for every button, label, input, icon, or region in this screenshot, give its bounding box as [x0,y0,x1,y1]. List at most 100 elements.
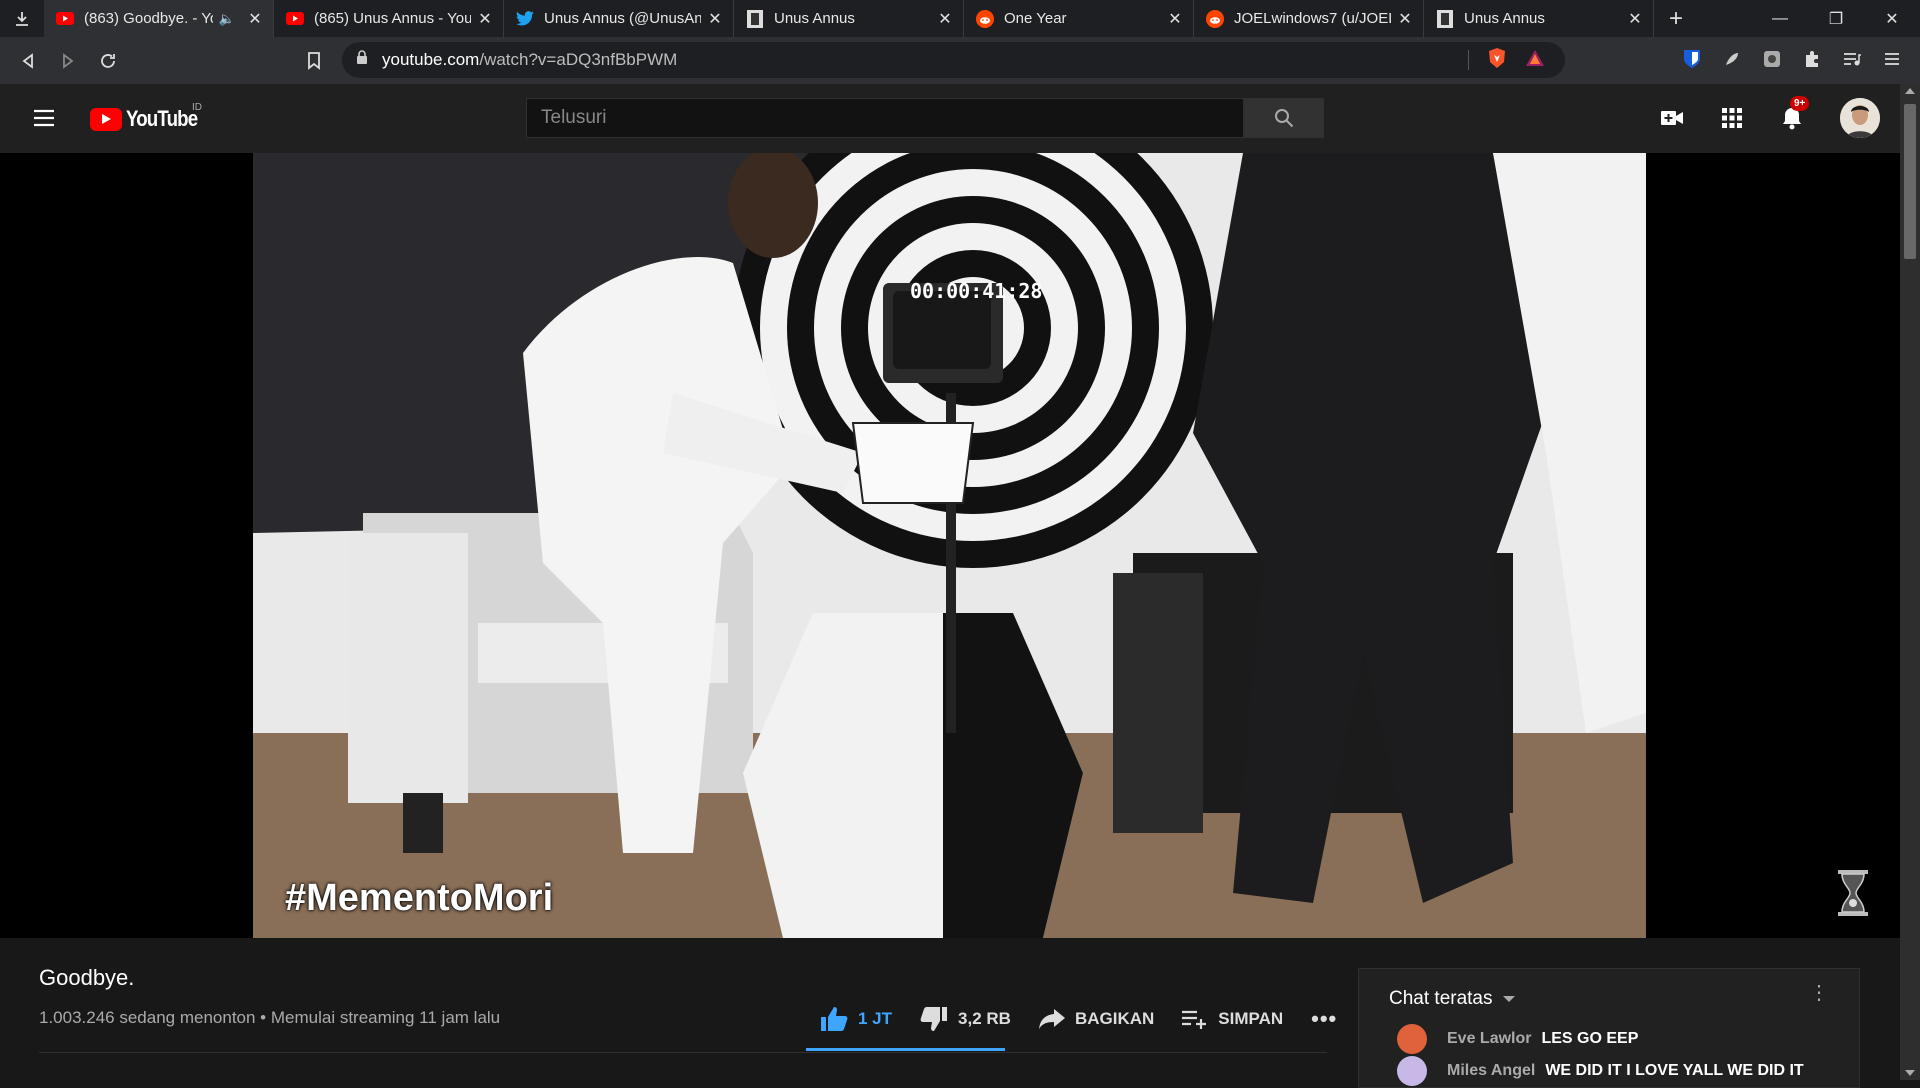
chat-more-options-icon[interactable]: ⋮ [1809,983,1829,1003]
thumbs-up-icon [821,1007,848,1031]
extensions-puzzle-icon[interactable] [1798,45,1826,73]
browser-tab[interactable]: Unus Annus ✕ [734,0,964,37]
channel-watermark-hourglass-icon[interactable] [1836,869,1870,917]
chat-text: WE DID IT I LOVE YALL WE DID IT [1545,1062,1804,1079]
speaker-icon[interactable]: 🔈 [219,11,235,27]
close-tab-icon[interactable]: ✕ [477,11,493,28]
region-code: ID [192,102,202,113]
tab-title: Unus Annus [774,10,855,27]
logo-wordmark: YouTube [126,106,198,131]
browser-tab[interactable]: JOELwindows7 (u/JOELw ✕ [1194,0,1424,37]
browser-toolbar: youtube.com/watch?v=aDQ3nfBbPWM [0,37,1920,84]
window-controls: — ❐ ✕ [1752,0,1920,37]
bitwarden-icon[interactable] [1678,45,1706,73]
close-tab-icon[interactable]: ✕ [1627,11,1643,28]
brave-rewards-icon[interactable] [1525,49,1545,72]
search-bar: Telusuri [526,98,1324,138]
video-player[interactable]: 00:00:41:28 #MementoMori [0,153,1900,938]
browser-tab[interactable]: (865) Unus Annus - You ✕ [274,0,504,37]
video-actions: 1 JT 3,2 RB BAGIKAN SIMPAN ••• [806,998,1351,1040]
save-button[interactable]: SIMPAN [1168,1009,1297,1029]
chat-mode-selector[interactable]: Chat teratas [1359,969,1859,1029]
unus-annus-icon [746,9,764,28]
youtube-logo[interactable]: YouTube ID [90,102,210,132]
chat-message: Eve Lawlor LES GO EEP [1397,1024,1638,1054]
account-avatar[interactable] [1840,98,1880,138]
search-input[interactable]: Telusuri [526,98,1244,138]
brave-shields-icon[interactable] [1487,47,1507,74]
like-count: 1 JT [858,1009,893,1028]
twitter-icon [516,10,534,28]
forward-icon[interactable] [48,41,88,81]
tab-title: JOELwindows7 (u/JOELw [1234,10,1391,27]
new-tab-button[interactable]: + [1654,0,1698,37]
browser-tab[interactable]: Unus Annus (@UnusAnn ✕ [504,0,734,37]
dislike-button[interactable]: 3,2 RB [906,1006,1025,1032]
back-icon[interactable] [8,41,48,81]
youtube-play-icon [90,107,122,131]
url-text: youtube.com/watch?v=aDQ3nfBbPWM [382,50,677,70]
scroll-down-icon[interactable] [1905,1070,1915,1076]
overlay-hashtag: #MementoMori [285,877,554,919]
browser-tab[interactable]: Unus Annus ✕ [1424,0,1654,37]
video-frame[interactable]: 00:00:41:28 #MementoMori [253,153,1646,938]
notification-badge: 9+ [1790,96,1810,111]
reddit-icon [976,9,994,28]
chat-avatar[interactable] [1397,1024,1427,1054]
tab-title: Unus Annus [1464,10,1545,27]
browser-menu-icon[interactable] [1878,45,1906,73]
browser-tab[interactable]: One Year ✕ [964,0,1194,37]
like-ratio-bar [806,1048,1005,1051]
divider [39,1052,1327,1053]
search-button[interactable] [1244,98,1324,138]
tab-title: (863) Goodbye. - Yo [84,10,213,27]
restore-icon[interactable]: ❐ [1808,0,1864,37]
close-tab-icon[interactable]: ✕ [707,11,723,28]
address-bar[interactable]: youtube.com/watch?v=aDQ3nfBbPWM [342,42,1565,78]
countdown-timer: 00:00:41:28 [910,279,1043,303]
live-chat-panel: Chat teratas ⋮ Eve Lawlor LES GO EEP Mil… [1358,968,1860,1088]
close-tab-icon[interactable]: ✕ [1397,11,1413,28]
close-window-icon[interactable]: ✕ [1864,0,1920,37]
extension-feather-icon[interactable] [1718,45,1746,73]
scroll-up-icon[interactable] [1905,88,1915,94]
share-button[interactable]: BAGIKAN [1025,1009,1168,1029]
create-video-icon[interactable] [1660,106,1684,130]
header-actions: 9+ [1660,96,1880,138]
share-arrow-icon [1038,1009,1065,1029]
chat-author[interactable]: Eve Lawlor [1447,1030,1531,1048]
chat-author[interactable]: Miles Angel [1447,1062,1535,1080]
lock-icon[interactable] [356,50,368,70]
chat-text: LES GO EEP [1541,1030,1639,1047]
like-button[interactable]: 1 JT [806,1006,906,1032]
playlist-add-icon [1182,1010,1207,1029]
dislike-count: 3,2 RB [958,1009,1011,1028]
extension-box-icon[interactable] [1758,45,1786,73]
apps-grid-icon[interactable] [1720,106,1744,130]
unus-annus-icon [1436,9,1454,28]
chat-avatar[interactable] [1397,1056,1427,1086]
video-still-image [253,153,1646,938]
scrollbar-thumb[interactable] [1904,104,1916,259]
youtube-icon [56,10,74,28]
more-actions-button[interactable]: ••• [1297,1006,1351,1032]
dropdown-caret-icon [1502,996,1515,1002]
close-tab-icon[interactable]: ✕ [937,11,953,28]
reload-icon[interactable] [88,41,128,81]
page-scrollbar[interactable] [1900,84,1920,1080]
url-host: youtube.com [382,50,480,69]
video-meta: 1.003.246 sedang menonton • Memulai stre… [39,1008,501,1027]
media-playlist-icon[interactable] [1838,45,1866,73]
bookmark-icon[interactable] [302,41,326,84]
tab-title: One Year [1004,10,1067,27]
browser-tab[interactable]: (863) Goodbye. - Yo 🔈 ✕ [44,0,274,37]
close-tab-icon[interactable]: ✕ [1167,11,1183,28]
close-tab-icon[interactable]: ✕ [247,11,263,28]
menu-icon[interactable] [32,106,56,130]
minimize-icon[interactable]: — [1752,0,1808,37]
notifications-bell-icon[interactable]: 9+ [1780,96,1810,130]
video-title: Goodbye. [39,965,135,990]
search-icon [1275,109,1294,128]
download-icon[interactable] [0,0,44,37]
tab-title: (865) Unus Annus - You [314,10,471,27]
